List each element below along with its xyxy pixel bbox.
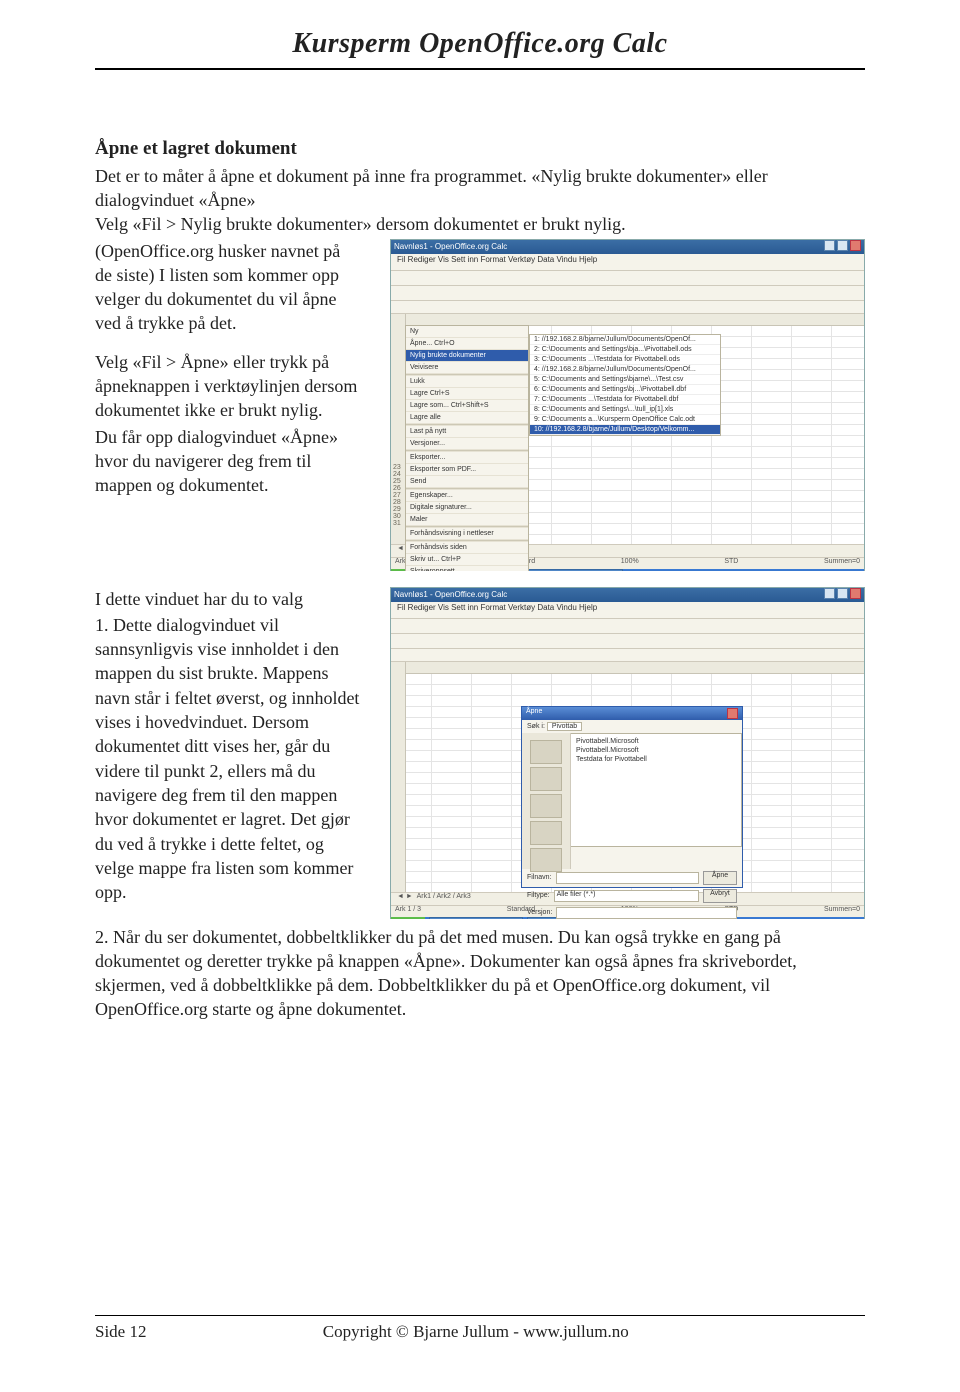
footer-copyright: Copyright © Bjarne Jullum - www.jullum.n… <box>323 1322 629 1342</box>
toolbar-formatting[interactable] <box>391 286 864 301</box>
version-label: Versjon: <box>527 909 552 916</box>
footer-rule <box>95 1315 865 1316</box>
spreadsheet-grid[interactable]: Åpne Søk i: Pivottab <box>391 662 864 892</box>
file-item[interactable]: Pivottabell.Microsoft <box>574 737 738 746</box>
column-headers[interactable] <box>391 662 864 674</box>
menu-item[interactable]: Forhåndsvis siden <box>406 542 528 554</box>
filename-label: Filnavn: <box>527 874 552 881</box>
page-footer: Side 12 Copyright © Bjarne Jullum - www.… <box>95 1315 865 1342</box>
menubar[interactable]: Fil Rediger Vis Sett inn Format Verktøy … <box>391 602 864 619</box>
after-paragraphs: 2. Når du ser dokumentet, dobbeltklikker… <box>95 925 865 1022</box>
left1-p2: Velg «Fil > Åpne» eller trykk på åpnekna… <box>95 350 360 423</box>
body-area: Åpne et lagret dokument Det er to måter … <box>95 136 865 1022</box>
file-item[interactable]: Pivottabell.Microsoft <box>574 746 738 755</box>
section-heading: Åpne et lagret dokument <box>95 136 865 162</box>
recent-documents-submenu[interactable]: 1: //192.168.2.8/bjarne/Jullum/Documents… <box>529 334 721 436</box>
menu-item[interactable]: Lagre som... Ctrl+Shift+S <box>406 400 528 412</box>
window-titlebar: Navnløs1 - OpenOffice.org Calc <box>391 240 864 254</box>
close-icon[interactable] <box>727 708 738 719</box>
menu-item[interactable]: Forhåndsvisning i nettleser <box>406 528 528 540</box>
left1-p3: Du får opp dialogvinduet «Åpne» hvor du … <box>95 425 360 498</box>
header-rule <box>95 68 865 70</box>
after-p1: 2. Når du ser dokumentet, dobbeltklikker… <box>95 925 865 1022</box>
dialog-titlebar: Åpne <box>522 707 742 720</box>
open-dialog[interactable]: Åpne Søk i: Pivottab <box>521 706 743 888</box>
file-list[interactable]: Pivottabell.Microsoft Pivottabell.Micros… <box>570 733 742 847</box>
filename-field[interactable] <box>556 872 699 884</box>
file-item[interactable]: Testdata for Pivottabell <box>574 755 738 764</box>
menu-item[interactable]: Eksporter som PDF... <box>406 464 528 476</box>
screenshot-1: Navnløs1 - OpenOffice.org Calc Fil Redig… <box>390 239 865 571</box>
places-sidebar[interactable] <box>522 733 571 869</box>
window-title: Navnløs1 - OpenOffice.org Calc <box>394 590 507 599</box>
menu-item[interactable]: Lagre alle <box>406 412 528 424</box>
menu-item[interactable]: Eksporter... <box>406 452 528 464</box>
cancel-button[interactable]: Avbryt <box>703 889 737 903</box>
filetype-field[interactable]: Alle filer (*.*) <box>554 890 699 902</box>
lookin-combo[interactable]: Pivottab <box>547 722 582 731</box>
menu-item-recent[interactable]: Nylig brukte dokumenter <box>406 350 528 362</box>
cell-reference-bar[interactable] <box>391 301 864 314</box>
menu-item[interactable]: Send <box>406 476 528 488</box>
menu-item[interactable]: Maler <box>406 514 528 526</box>
menu-item[interactable]: Skriveroppsett... <box>406 566 528 571</box>
recent-item[interactable]: 4: //192.168.2.8/bjarne/Jullum/Documents… <box>530 365 720 375</box>
menu-item[interactable]: Lukk <box>406 376 528 388</box>
recent-item[interactable]: 1: //192.168.2.8/bjarne/Jullum/Documents… <box>530 335 720 345</box>
places-item[interactable] <box>530 821 562 845</box>
start-button[interactable]: Start <box>391 917 425 919</box>
places-item[interactable] <box>530 848 562 872</box>
menu-item[interactable]: Åpne... Ctrl+O <box>406 338 528 350</box>
places-item[interactable] <box>530 794 562 818</box>
window-buttons[interactable] <box>822 240 861 253</box>
toolbar-formatting[interactable] <box>391 634 864 649</box>
filetype-label: Filtype: <box>527 892 550 899</box>
page-header-title: Kursperm OpenOffice.org Calc <box>95 28 865 60</box>
open-button[interactable]: Åpne <box>703 871 737 885</box>
lookin-label: Søk i: <box>527 723 545 730</box>
toolbar-standard[interactable] <box>391 271 864 286</box>
menu-item[interactable]: Lagre Ctrl+S <box>406 388 528 400</box>
menu-item[interactable]: Digitale signaturer... <box>406 502 528 514</box>
places-item[interactable] <box>530 740 562 764</box>
recent-item[interactable]: 5: C:\Documents and Settings\bjarne\...\… <box>530 375 720 385</box>
menu-item[interactable]: Last på nytt <box>406 426 528 438</box>
recent-item[interactable]: 9: C:\Documents a...\Kursperm OpenOffice… <box>530 415 720 425</box>
menu-item[interactable]: Egenskaper... <box>406 490 528 502</box>
window-title: Navnløs1 - OpenOffice.org Calc <box>394 242 507 251</box>
recent-item[interactable]: 10: //192.168.2.8/bjarne/Jullum/Desktop/… <box>530 425 720 435</box>
window-buttons[interactable] <box>822 588 861 601</box>
screenshot-2: Navnløs1 - OpenOffice.org Calc Fil Redig… <box>390 587 865 919</box>
recent-item[interactable]: 8: C:\Documents and Settings\...\tull_ip… <box>530 405 720 415</box>
file-menu-dropdown[interactable]: Ny Åpne... Ctrl+O Nylig brukte dokumente… <box>405 325 529 571</box>
intro-paragraph-1: Det er to måter å åpne et dokument på in… <box>95 164 865 213</box>
left-column-1: (OpenOffice.org husker navnet på de sist… <box>95 239 360 500</box>
recent-item[interactable]: 3: C:\Documents ...\Testdata for Pivotta… <box>530 355 720 365</box>
menu-item[interactable]: Skriv ut... Ctrl+P <box>406 554 528 566</box>
menubar[interactable]: Fil Rediger Vis Sett inn Format Verktøy … <box>391 254 864 271</box>
taskbar-item[interactable]: Editor - Photoshop El... <box>527 569 623 571</box>
footer-page-number: Side 12 <box>95 1322 146 1342</box>
recent-item[interactable]: 6: C:\Documents and Settings\bj...\Pivot… <box>530 385 720 395</box>
recent-item[interactable]: 7: C:\Documents ...\Testdata for Pivotta… <box>530 395 720 405</box>
intro-paragraph-2: Velg «Fil > Nylig brukte dokumenter» der… <box>95 212 865 236</box>
taskbar-item[interactable]: Navnløs1 - OpenOffi... <box>429 917 522 919</box>
spreadsheet-grid[interactable]: Ny Åpne... Ctrl+O Nylig brukte dokumente… <box>391 314 864 544</box>
left2-p2: 1. Dette dialogvinduet vil sannsynligvis… <box>95 613 360 905</box>
row-numbers-snippet: 232425262728293031 <box>393 464 401 527</box>
places-item[interactable] <box>530 767 562 791</box>
row-headers[interactable] <box>391 662 406 892</box>
left1-p1: (OpenOffice.org husker navnet på de sist… <box>95 239 360 336</box>
menu-item[interactable]: Versjoner... <box>406 438 528 450</box>
menu-item[interactable]: Veivisere <box>406 362 528 374</box>
cell-reference-bar[interactable] <box>391 649 864 662</box>
version-field[interactable] <box>556 907 737 919</box>
left-column-2: I dette vinduet har du to valg 1. Dette … <box>95 587 360 907</box>
recent-item[interactable]: 2: C:\Documents and Settings\bja...\Pivo… <box>530 345 720 355</box>
toolbar-standard[interactable] <box>391 619 864 634</box>
window-titlebar: Navnløs1 - OpenOffice.org Calc <box>391 588 864 602</box>
left2-p1: I dette vinduet har du to valg <box>95 587 360 611</box>
menu-item[interactable]: Ny <box>406 326 528 338</box>
